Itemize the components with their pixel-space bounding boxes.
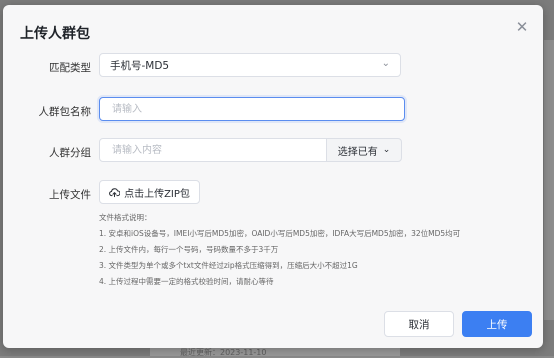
group-label: 人群分组 (49, 147, 91, 159)
group-field[interactable] (99, 138, 327, 162)
notes-item: 3. 文件类型为单个或多个txt文件经过zip格式压缩得到，压缩后大小不超过1G (99, 261, 358, 270)
select-existing-group-button[interactable]: 选择已有 ⌄ (326, 138, 402, 162)
cancel-button[interactable]: 取消 (384, 311, 454, 337)
background-footer-text: 最近更新：2023-11-10 (180, 348, 267, 357)
select-existing-label: 选择已有 (337, 146, 378, 158)
upload-label: 上传文件 (49, 189, 91, 201)
chevron-down-icon: ⌄ (382, 145, 391, 155)
dialog-title: 上传人群包 (20, 26, 90, 42)
notes-item: 4. 上传过程中需要一定的格式校验时间，请耐心等待 (99, 277, 274, 286)
notes-item: 1. 安卓和iOS设备号，IMEI小写后MD5加密，OAID小写后MD5加密，I… (99, 229, 461, 238)
group-input[interactable] (110, 143, 326, 157)
close-icon[interactable]: ✕ (514, 19, 530, 35)
background-page-edge (544, 40, 554, 320)
match-type-value: 手机号-MD5 (110, 59, 170, 72)
match-type-select[interactable]: 手机号-MD5 ⌄ (99, 53, 401, 77)
notes-heading: 文件格式说明： (99, 213, 152, 222)
package-name-label: 人群包名称 (38, 106, 92, 118)
package-name-input[interactable] (110, 102, 404, 116)
upload-zip-button[interactable]: 点击上传ZIP包 (99, 180, 200, 204)
package-name-field[interactable] (99, 97, 405, 121)
cloud-upload-icon (109, 187, 121, 197)
match-type-label: 匹配类型 (49, 62, 91, 74)
upload-zip-button-label: 点击上传ZIP包 (124, 188, 190, 200)
chevron-down-icon: ⌄ (381, 58, 390, 69)
file-format-notes: 文件格式说明： 1. 安卓和iOS设备号，IMEI小写后MD5加密，OAID小写… (99, 210, 460, 290)
notes-item: 2. 上传文件内，每行一个号码，号码数量不多于3千万 (99, 245, 279, 254)
upload-button[interactable]: 上传 (462, 311, 532, 337)
upload-audience-dialog: 上传人群包 ✕ 匹配类型 手机号-MD5 ⌄ 人群包名称 人群分组 选择已有 ⌄… (3, 5, 543, 348)
